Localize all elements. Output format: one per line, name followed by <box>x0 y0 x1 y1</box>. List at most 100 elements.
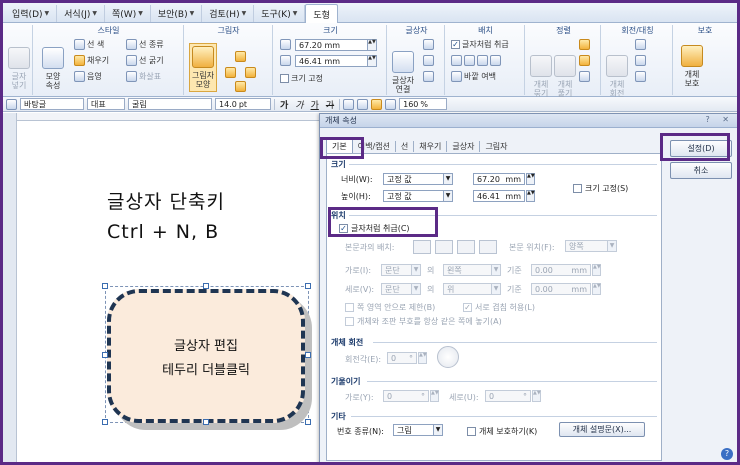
body-pos-select[interactable]: 양쪽 ▼ <box>565 240 617 252</box>
rotate-dial-icon[interactable] <box>437 346 459 368</box>
spinner-icon[interactable]: ▲▼ <box>367 56 376 66</box>
ungroup-objects-button[interactable]: 개체 풀기 <box>554 55 576 98</box>
resize-handle[interactable] <box>305 283 311 289</box>
tab-format[interactable]: 서식(J) ▼ <box>57 5 106 22</box>
style-select[interactable]: 바탕글 <box>20 98 84 110</box>
tab-security[interactable]: 보안(B) ▼ <box>151 5 203 22</box>
help-close-icon[interactable]: ? ✕ <box>706 115 735 124</box>
textbox-opt1-button[interactable] <box>423 39 434 50</box>
horiz-spinner[interactable]: ▲▼ <box>592 264 601 276</box>
resize-handle[interactable] <box>305 419 311 425</box>
resize-handle[interactable] <box>102 419 108 425</box>
fill-button[interactable]: 채우기 <box>74 55 109 66</box>
tab-basic[interactable]: 기본 <box>326 139 353 153</box>
font-select[interactable]: 굴림 <box>128 98 212 110</box>
width-mode-select[interactable]: 고정 값 ▼ <box>383 173 453 185</box>
shadow-style-button[interactable]: 그림자 모양 <box>189 43 218 92</box>
tab-margin-caption[interactable]: 여백/캡션 <box>353 140 396 152</box>
arrow-button[interactable]: 화살표 <box>126 71 161 82</box>
rounded-textbox-shape[interactable]: 글상자 편집 테두리 더블클릭 <box>107 289 305 423</box>
wrap-topbottom-icon[interactable] <box>435 240 453 254</box>
resize-handle[interactable] <box>102 283 108 289</box>
horiz-offset-input[interactable]: 0.00 mm <box>531 264 591 276</box>
protect-object-button[interactable]: 개체 보호 <box>681 45 703 88</box>
treat-as-char-checkbox[interactable]: ✓ 글자처럼 취급(C) <box>339 223 410 234</box>
rotate-left-button[interactable] <box>635 39 646 50</box>
allow-overlap-checkbox[interactable]: ✓ 서로 겹침 허용(L) <box>463 302 535 313</box>
ribbon-height-input[interactable]: 46.41 mm ▲▼ <box>295 55 377 67</box>
skew-h-spinner[interactable]: ▲▼ <box>430 390 439 402</box>
vert-align-select[interactable]: 위 ▼ <box>443 283 501 295</box>
order-back-button[interactable] <box>579 55 590 66</box>
rotate-object-button[interactable]: 개체 회전 <box>606 55 628 98</box>
language-select[interactable]: 대표 <box>87 98 125 110</box>
align-right-icon[interactable] <box>385 98 397 110</box>
skew-h-input[interactable]: 0 ° <box>383 390 429 402</box>
textbox-opt2-button[interactable] <box>423 55 434 66</box>
line-kind-button[interactable]: 선 종류 <box>126 39 164 50</box>
underline-button[interactable]: 가 <box>309 98 321 111</box>
zoom-input[interactable]: 160% <box>399 98 448 110</box>
italic-button[interactable]: 가 <box>293 98 305 111</box>
wrap-square-icon[interactable] <box>413 240 431 254</box>
align-justify-icon[interactable] <box>371 98 383 110</box>
tab-line[interactable]: 선 <box>396 140 415 152</box>
shadow-down-button[interactable] <box>235 81 246 92</box>
number-type-select[interactable]: 그림 ▼ <box>393 424 443 436</box>
font-size-input[interactable]: 14.0 pt <box>215 98 271 110</box>
object-description-button[interactable]: 개체 설명문(X)... <box>559 422 645 437</box>
shade-button[interactable]: 음영 <box>74 71 102 82</box>
group-objects-button[interactable]: 개체 묶기 <box>530 55 552 98</box>
text-insert-button[interactable]: 글자 넣기 <box>8 47 30 90</box>
wrap-behind-icon[interactable] <box>457 240 475 254</box>
rotate-spinner[interactable]: ▲▼ <box>418 352 427 364</box>
protect-object-checkbox[interactable]: 개체 보호하기(K) <box>467 426 537 437</box>
ribbon-size-lock-checkbox[interactable]: 크기 고정 <box>280 73 323 84</box>
ok-button[interactable]: 설정(D) <box>670 140 732 157</box>
vert-offset-input[interactable]: 0.00 mm <box>531 283 591 295</box>
ribbon-treat-as-char-checkbox[interactable]: ✓ 글자처럼 취급 <box>451 39 509 50</box>
width-input[interactable]: 67.20 mm <box>473 173 525 185</box>
wrap-front-icon[interactable] <box>479 240 497 254</box>
horiz-ref-select[interactable]: 문단 ▼ <box>381 264 421 276</box>
vert-spinner[interactable]: ▲▼ <box>592 283 601 295</box>
height-spinner[interactable]: ▲▼ <box>526 190 535 202</box>
cancel-button[interactable]: 취소 <box>670 162 732 179</box>
restrict-page-checkbox[interactable]: 쪽 영역 안으로 제한(B) <box>345 302 435 313</box>
tab-page[interactable]: 쪽(W) ▼ <box>105 5 151 22</box>
help-icon[interactable]: ? <box>721 448 733 460</box>
textbox-link-button[interactable]: 글상자 연결 <box>392 51 414 94</box>
flip-h-button[interactable] <box>635 55 646 66</box>
skew-v-input[interactable]: 0 ° <box>485 390 531 402</box>
flip-v-button[interactable] <box>635 71 646 82</box>
resize-handle[interactable] <box>305 352 311 358</box>
tab-tools[interactable]: 도구(K) ▼ <box>254 5 306 22</box>
textbox-opt3-button[interactable] <box>423 71 434 82</box>
resize-handle[interactable] <box>203 419 209 425</box>
shadow-up-button[interactable] <box>235 51 246 62</box>
rotate-input[interactable]: 0 ° <box>387 352 417 364</box>
height-input[interactable]: 46.41 mm <box>473 190 525 202</box>
tab-insert[interactable]: 입력(D) ▼ <box>5 5 58 22</box>
align-left-icon[interactable] <box>343 98 355 110</box>
shape-style-button[interactable]: 모양 속성 <box>42 47 64 90</box>
strike-button[interactable]: 가 <box>324 98 336 111</box>
order-front-button[interactable] <box>579 39 590 50</box>
resize-handle[interactable] <box>203 283 209 289</box>
tab-textbox[interactable]: 글상자 <box>447 140 481 152</box>
line-width-button[interactable]: 선 굵기 <box>126 55 164 66</box>
outside-margin-button[interactable]: 바깥 여백 <box>451 71 496 82</box>
resize-handle[interactable] <box>102 352 108 358</box>
bold-button[interactable]: 가 <box>278 98 290 111</box>
tab-review[interactable]: 검토(H) ▼ <box>202 5 255 22</box>
skew-v-spinner[interactable]: ▲▼ <box>532 390 541 402</box>
spinner-icon[interactable]: ▲▼ <box>367 40 376 50</box>
ribbon-width-input[interactable]: 67.20 mm ▲▼ <box>295 39 377 51</box>
size-lock-checkbox[interactable]: 크기 고정(S) <box>573 183 628 194</box>
line-color-button[interactable]: 선 색 <box>74 39 104 50</box>
tab-shadow[interactable]: 그림자 <box>480 141 512 152</box>
vert-ref-select[interactable]: 문단 ▼ <box>381 283 421 295</box>
width-spinner[interactable]: ▲▼ <box>526 173 535 185</box>
shadow-right-button[interactable] <box>245 67 256 78</box>
height-mode-select[interactable]: 고정 값 ▼ <box>383 190 453 202</box>
